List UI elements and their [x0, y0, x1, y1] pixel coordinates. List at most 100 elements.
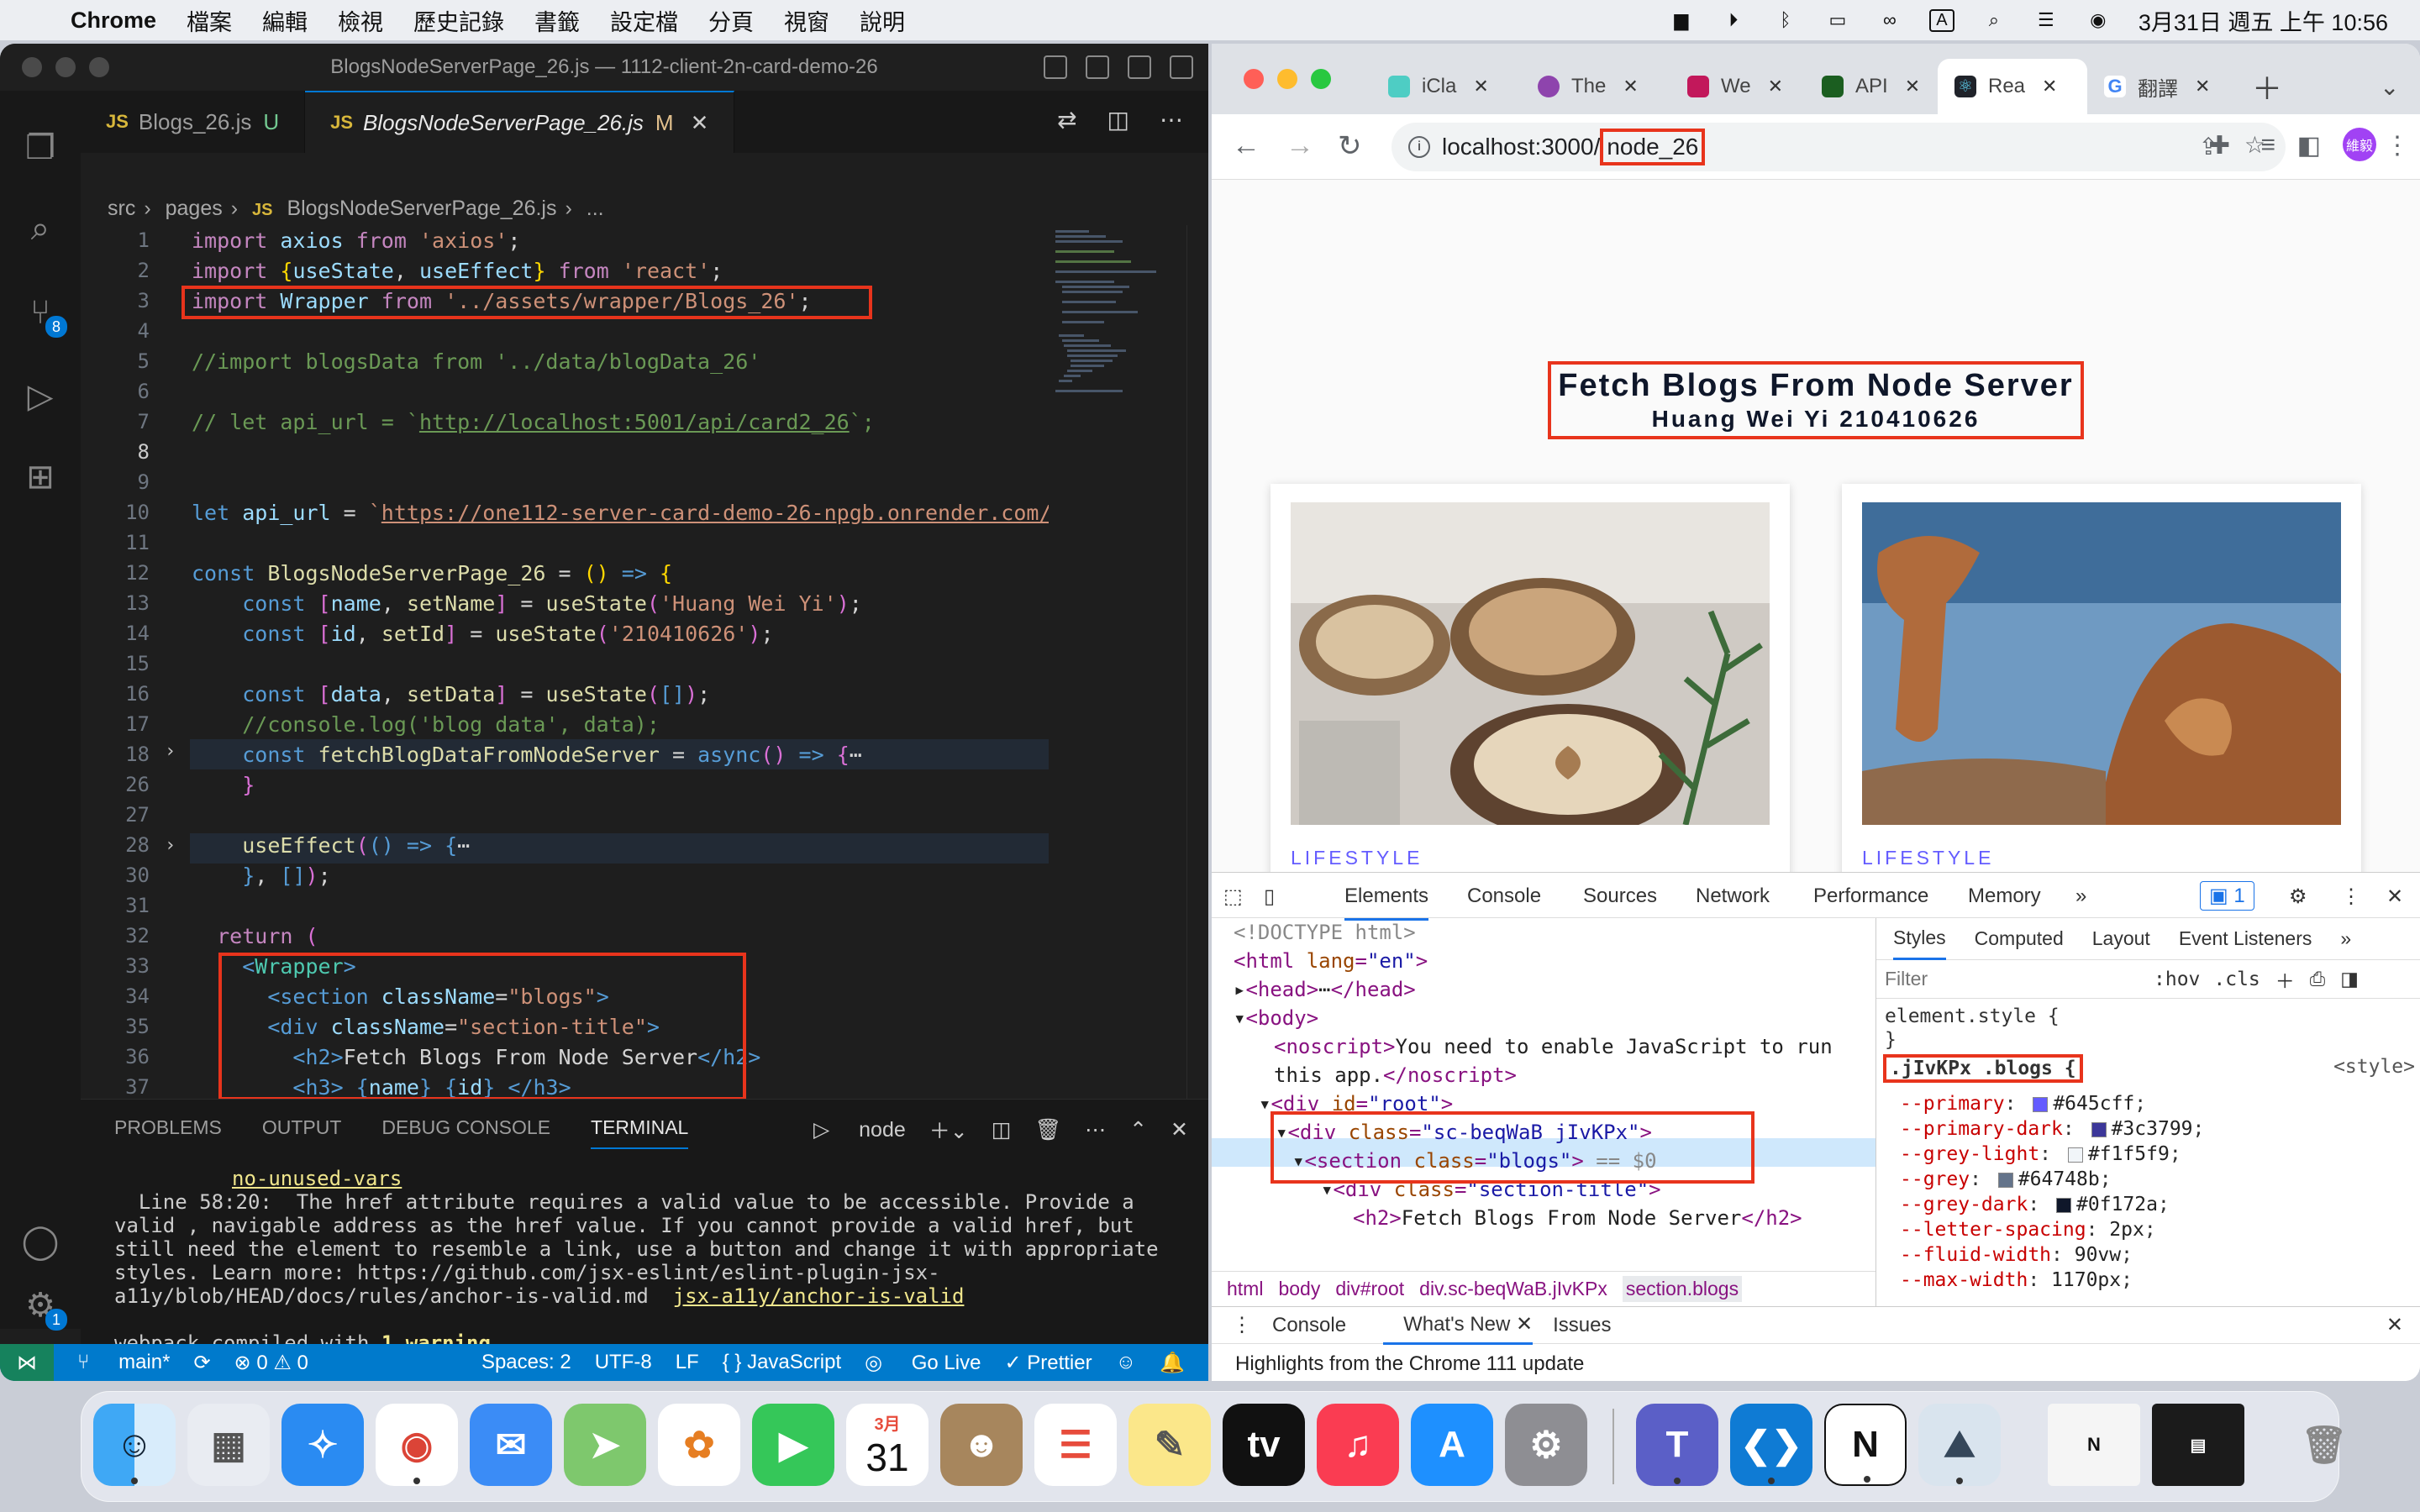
toggle-sidebar-icon[interactable]: ◨ [2340, 968, 2359, 990]
terminal-rule-link[interactable]: no-unused-vars [114, 1167, 1175, 1190]
terminal-rule-link[interactable]: jsx-a11y/anchor-is-valid [673, 1284, 965, 1308]
menu-app-name[interactable]: Chrome [71, 8, 156, 34]
run-debug-icon[interactable]: ▷ [18, 375, 62, 418]
blog-card[interactable]: LIFESTYLE [1842, 484, 2361, 872]
color-swatch[interactable] [2091, 1121, 2107, 1137]
problems-count[interactable]: ⊗ 0 ⚠ 0 [234, 1351, 308, 1375]
explorer-icon[interactable]: ❐ [18, 126, 62, 170]
blog-card[interactable]: LIFESTYLE [1270, 484, 1790, 872]
more-tabs-icon[interactable]: » [2075, 885, 2086, 908]
launchpad-icon[interactable]: ▦ [187, 1404, 270, 1486]
preview-icon[interactable]: ⛰ [1918, 1404, 2001, 1486]
search-icon[interactable]: ⌕ [18, 207, 62, 250]
new-tab-icon[interactable]: ＋ [2235, 59, 2282, 114]
contacts-icon[interactable]: ☻ [940, 1404, 1023, 1486]
tab-output[interactable]: OUTPUT [262, 1116, 342, 1149]
photos-icon[interactable]: ✿ [658, 1404, 740, 1486]
tab-elements[interactable]: Elements [1344, 885, 1429, 921]
dom-node[interactable]: <h2>Fetch Blogs From Node Server</h2> [1353, 1204, 1802, 1232]
browser-tab[interactable]: The ✕ [1521, 59, 1639, 114]
dom-tree[interactable]: <!DOCTYPE html> <html lang="en"> ▸<head>… [1212, 918, 1876, 1271]
devtools-settings-icon[interactable]: ⚙ [2289, 885, 2307, 909]
color-swatch[interactable] [1997, 1172, 2013, 1188]
tab-console[interactable]: Console [1467, 885, 1541, 908]
clock[interactable]: 3月31日 週五 上午 10:56 [2139, 4, 2388, 37]
bluetooth-icon[interactable]: ᛒ [1770, 9, 1801, 31]
close-tab-icon[interactable]: ✕ [1473, 76, 1488, 97]
css-variable[interactable]: --grey-dark: #0f172a; [1900, 1194, 2170, 1215]
trash-icon[interactable]: 🗑 [2283, 1404, 2365, 1486]
calendar-icon[interactable]: 3月 31 [846, 1404, 929, 1486]
site-info-icon[interactable]: i [1408, 136, 1430, 158]
facetime-icon[interactable]: ▶ [752, 1404, 834, 1486]
side-panel-icon[interactable]: ◧ [2297, 131, 2321, 160]
open-changes-icon[interactable]: ⇄ [1057, 106, 1076, 134]
drawer-tab-whats-new[interactable]: What's New ✕ [1383, 1306, 1534, 1345]
tab-computed[interactable]: Computed [1975, 927, 2064, 950]
code-editor[interactable]: 1 2 3 4 5 6 7 8 9 10 11 12 13 14 15 16 17 18 26 27 28 30 31 32 3… [81, 225, 1049, 1102]
issues-badge[interactable]: ▣ 1 [2200, 881, 2254, 911]
control-center-icon[interactable]: ☰ [2031, 9, 2061, 31]
go-live-button[interactable]: ◎ Go Live [865, 1351, 981, 1375]
menu-window[interactable]: 視窗 [784, 4, 829, 37]
teams-icon[interactable]: T [1636, 1404, 1718, 1486]
crumb[interactable]: html [1227, 1278, 1263, 1300]
color-swatch[interactable] [2056, 1197, 2072, 1213]
tab-terminal[interactable]: TERMINAL [591, 1116, 689, 1149]
dom-node[interactable]: <html lang="en"> [1234, 947, 1428, 975]
close-tab-icon[interactable]: ✕ [2195, 76, 2210, 97]
tab-styles[interactable]: Styles [1893, 918, 1946, 960]
minimize-window-button[interactable] [55, 57, 76, 77]
media-control-icon[interactable]: ≡ [2260, 131, 2275, 160]
more-actions-icon[interactable]: ⋯ [1085, 1117, 1106, 1142]
reload-icon[interactable]: ↻ [1338, 129, 1362, 163]
minimize-window-button[interactable] [1277, 69, 1297, 89]
siri-icon[interactable]: ◉ [2083, 9, 2113, 31]
dom-node[interactable]: ▸<head>⋯</head> [1234, 975, 1416, 1004]
drawer-tab-issues[interactable]: Issues [1553, 1314, 1611, 1337]
menu-bookmarks[interactable]: 書籤 [534, 4, 580, 37]
close-tab-icon[interactable]: ✕ [691, 110, 709, 136]
accounts-icon[interactable]: ◯ [18, 1220, 62, 1263]
menu-tab[interactable]: 分頁 [708, 4, 754, 37]
tab-layout[interactable]: Layout [2092, 927, 2150, 950]
color-swatch[interactable] [2033, 1096, 2049, 1112]
css-variable[interactable]: --primary-dark: #3c3799; [1900, 1118, 2204, 1140]
tab-problems[interactable]: PROBLEMS [114, 1116, 222, 1149]
hover-state-toggle[interactable]: :hov [2154, 969, 2200, 990]
device-toolbar-icon[interactable]: ▯ [1264, 885, 1275, 909]
close-panel-icon[interactable]: ✕ [1171, 1117, 1188, 1142]
css-variable[interactable]: --max-width: 1170px; [1900, 1269, 2133, 1291]
more-actions-icon[interactable]: ⋯ [1160, 106, 1183, 134]
toggle-primary-sidebar-icon[interactable] [1044, 55, 1067, 79]
close-tab-icon[interactable]: ✕ [1768, 76, 1783, 97]
minimap[interactable] [1052, 225, 1186, 1065]
extensions-puzzle-icon[interactable]: ✚ [2209, 131, 2230, 160]
menu-profiles[interactable]: 設定檔 [610, 4, 678, 37]
crumb-active[interactable]: section.blogs [1622, 1276, 1743, 1302]
browser-tab-active[interactable]: ⚛ Rea ✕ [1938, 59, 2087, 114]
camera-status-icon[interactable]: ▆ [1666, 9, 1697, 31]
music-icon[interactable]: ♫ [1317, 1404, 1399, 1486]
more-tabs-icon[interactable]: » [2340, 927, 2351, 950]
toggle-secondary-sidebar-icon[interactable] [1128, 55, 1151, 79]
css-variable[interactable]: --grey-light: #f1f5f9; [1900, 1143, 2181, 1165]
dom-node[interactable]: <noscript>You need to enable JavaScript … [1274, 1032, 1833, 1061]
input-method-icon[interactable]: A [1927, 8, 1957, 32]
close-tab-icon[interactable]: ✕ [2042, 76, 2057, 97]
inspect-element-icon[interactable]: ⬚ [1223, 885, 1243, 909]
css-variable[interactable]: --grey: #64748b; [1900, 1168, 2112, 1190]
source-control-icon[interactable]: ⑂ 8 [18, 291, 67, 338]
mail-icon[interactable]: ✉ [470, 1404, 552, 1486]
settings-gear-icon[interactable]: ⚙ 1 [18, 1284, 67, 1331]
feedback-icon[interactable]: ☺ [1116, 1351, 1137, 1374]
play-status-icon[interactable]: ⏵ [1718, 9, 1749, 31]
close-tab-icon[interactable]: ✕ [1905, 76, 1920, 97]
style-source[interactable]: <style> [2333, 1056, 2415, 1078]
crumb[interactable]: body [1278, 1278, 1320, 1300]
language-mode[interactable]: { } JavaScript [723, 1351, 841, 1374]
element-style-rule[interactable]: element.style { [1885, 1005, 2060, 1027]
devtools-menu-icon[interactable]: ⋮ [2341, 885, 2361, 909]
css-selector[interactable]: .jIvKPx .blogs { [1883, 1054, 2083, 1083]
close-drawer-icon[interactable]: ✕ [2386, 1313, 2403, 1337]
